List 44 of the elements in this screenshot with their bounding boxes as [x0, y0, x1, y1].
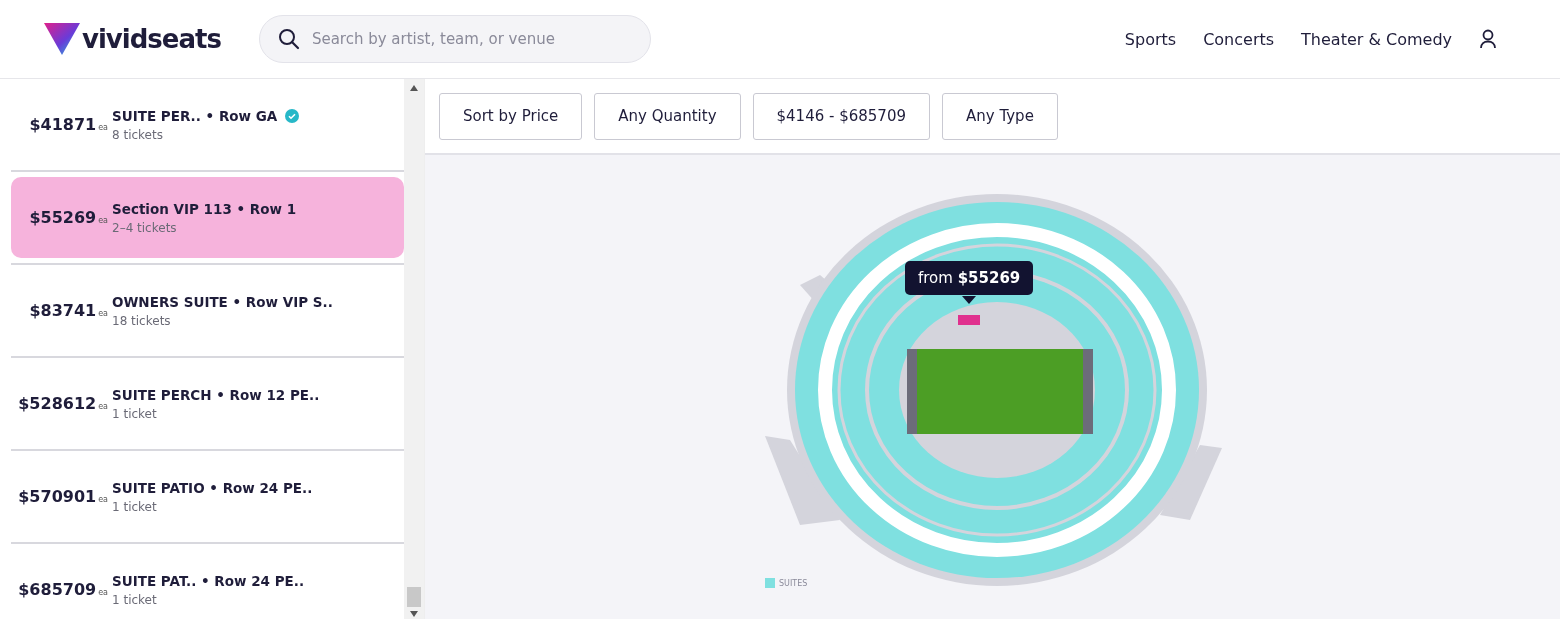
nav-link[interactable]: Concerts	[1203, 29, 1275, 49]
stadium-map-drawing[interactable]	[765, 194, 1222, 586]
listing-price: $685709 ea	[17, 580, 108, 599]
listing-title: SUITE PERCH • Row 12 PE..	[112, 386, 320, 403]
price-tooltip: from $55269	[905, 261, 1034, 295]
logo-icon	[44, 23, 80, 55]
listing-card[interactable]: $685709 ea SUITE PAT.. • Row 24 PE.. 1 ticket	[11, 549, 404, 619]
nav-link[interactable]: Theater & Comedy	[1301, 29, 1452, 49]
filter-button[interactable]: $4146 - $685709	[752, 92, 930, 140]
listing-title: SUITE PATIO • Row 24 PE..	[112, 479, 313, 496]
listing-card[interactable]: $83741 ea OWNERS SUITE • Row VIP S.. 18 tickets	[11, 270, 404, 351]
scroll-down-icon[interactable]	[410, 611, 418, 617]
ticket-count: 8 tickets	[112, 127, 164, 142]
listing-price: $83741 ea	[28, 301, 108, 320]
scroll-up-icon[interactable]	[410, 85, 418, 91]
listing-price: $528612 ea	[17, 394, 108, 413]
filter-button[interactable]: Any Quantity	[594, 92, 741, 140]
ticket-count: 1 ticket	[112, 406, 158, 421]
user-icon[interactable]	[1479, 29, 1497, 49]
ticket-count: 1 ticket	[112, 499, 158, 514]
nav-link[interactable]: Sports	[1124, 29, 1177, 49]
listing-title: OWNERS SUITE • Row VIP S..	[112, 293, 333, 310]
listing-price: $570901 ea	[17, 487, 108, 506]
scrollbar[interactable]	[404, 79, 424, 619]
listing-title: SUITE PAT.. • Row 24 PE..	[112, 572, 305, 589]
filter-button[interactable]: Sort by Price	[439, 92, 583, 140]
listing-price: $41871 ea	[28, 115, 108, 134]
listing-title: Section VIP 113 • Row 1	[112, 200, 297, 217]
legend-label: SUITES	[779, 578, 808, 588]
listing-card[interactable]: $570901 ea SUITE PATIO • Row 24 PE.. 1 ticket	[11, 456, 404, 537]
listing-price: $55269 ea	[28, 208, 108, 227]
listing-card[interactable]: $41871 ea SUITE PER.. • Row GA 8 tickets	[11, 84, 404, 165]
listing-card[interactable]: $55269 ea Section VIP 113 • Row 1 2–4 tickets	[11, 177, 404, 258]
search-icon	[277, 28, 300, 50]
scrollbar-thumb[interactable]	[407, 587, 421, 607]
ticket-count: 2–4 tickets	[112, 220, 178, 235]
listing-title: SUITE PER.. • Row GA	[112, 107, 278, 124]
filter-button[interactable]: Any Type	[942, 92, 1058, 140]
logo[interactable]: vividseats	[82, 24, 221, 54]
listing-card[interactable]: $528612 ea SUITE PERCH • Row 12 PE.. 1 ticket	[11, 363, 404, 444]
tooltip-pointer-icon	[962, 296, 976, 304]
ticket-count: 18 tickets	[112, 313, 172, 328]
search-field[interactable]: Search by artist, team, or venue	[258, 15, 651, 63]
ticket-count: 1 ticket	[112, 592, 158, 607]
